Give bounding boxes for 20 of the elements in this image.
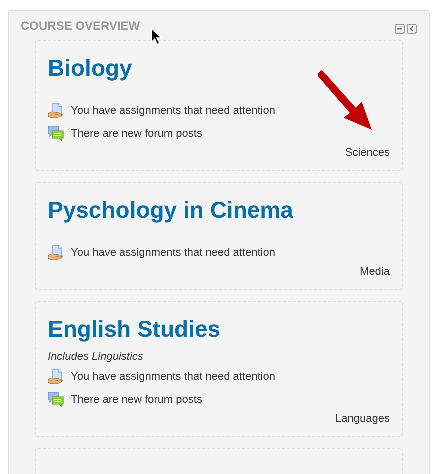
- course-title-link[interactable]: Pyschology in Cinema: [48, 195, 390, 225]
- course-title-link[interactable]: Biology: [48, 53, 390, 83]
- chat-bubbles-icon: [48, 392, 64, 408]
- course-summary: Includes Linguistics: [48, 350, 144, 364]
- block-title: COURSE OVERVIEW: [21, 19, 140, 33]
- course-category: Sciences: [344, 146, 390, 160]
- notice-text: You have assignments that need attention: [71, 104, 276, 116]
- course-category: Media: [359, 265, 390, 279]
- notice-text: There are new forum posts: [71, 394, 202, 406]
- chat-bubbles-icon: [48, 126, 64, 142]
- notice-text: You have assignments that need attention: [71, 246, 276, 258]
- course-title-link[interactable]: English Studies: [48, 314, 390, 344]
- course-category: Languages: [334, 412, 390, 426]
- assignment-hand-icon: [48, 102, 64, 118]
- assignment-hand-icon: [48, 368, 64, 384]
- notice-text: There are new forum posts: [71, 128, 202, 140]
- collapse-icon[interactable]: [395, 24, 405, 34]
- dock-icon[interactable]: [407, 24, 417, 34]
- notice-text: You have assignments that need attention: [71, 370, 276, 382]
- assignment-hand-icon: [48, 244, 64, 260]
